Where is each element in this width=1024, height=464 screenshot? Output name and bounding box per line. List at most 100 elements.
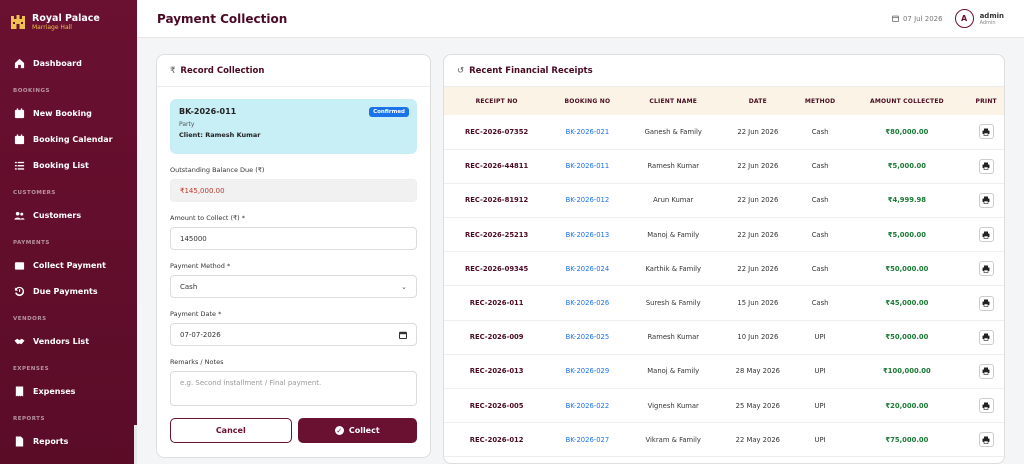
record-collection-panel: ₹ Record Collection BK-2026-011 Confirme… [156, 54, 431, 458]
table-row: REC-2026-25213 BK-2026-013 Manoj & Family 2… [444, 218, 1004, 252]
booking-no-link[interactable]: BK-2026-022 [549, 389, 625, 423]
print-button[interactable] [978, 295, 994, 311]
payment-method-select[interactable]: Cash ⌄ [170, 275, 417, 298]
sidebar-item-label: Vendors List [33, 336, 90, 346]
print-button[interactable] [978, 432, 994, 448]
user-menu[interactable]: admin Admin [980, 12, 1004, 26]
booking-no-link[interactable]: BK-2026-011 [549, 149, 625, 183]
history-icon: ↺ [457, 65, 465, 76]
sidebar-item-dashboard[interactable]: Dashboard [0, 50, 137, 76]
sidebar-item-booking-list[interactable]: Booking List [0, 152, 137, 178]
booking-no-link[interactable]: BK-2026-026 [549, 286, 625, 320]
booking-no-link[interactable]: BK-2026-012 [549, 183, 625, 217]
section-bookings: BOOKINGS [13, 88, 50, 94]
calendar-plus-icon [14, 107, 25, 118]
receipt-date: 22 May 2026 [735, 435, 780, 444]
print-button[interactable] [978, 124, 994, 140]
brand-subtitle: Marriage Hall [32, 23, 72, 31]
booking-no-link[interactable]: BK-2026-027 [549, 423, 625, 457]
print-cell [968, 252, 1004, 286]
print-cell [968, 115, 1004, 149]
payment-date-value: 07-07-2026 [180, 330, 221, 339]
print-button[interactable] [978, 158, 994, 174]
print-cell [968, 149, 1004, 183]
sidebar-nav: Dashboard BOOKINGS New Booking Booking C… [0, 44, 137, 454]
receipt-date: 22 Jun 2026 [737, 162, 779, 171]
print-cell [968, 354, 1004, 388]
date-label: Payment Date * [170, 310, 222, 318]
printer-icon [982, 299, 990, 307]
receipt-date: 22 Jun 2026 [737, 127, 779, 136]
client-name: Vignesh Kumar [647, 401, 699, 410]
wallet-icon [14, 261, 25, 270]
booking-no-link[interactable]: BK-2026-021 [549, 115, 625, 149]
sidebar-item-booking-calendar[interactable]: Booking Calendar [0, 126, 137, 152]
chevron-down-icon: ⌄ [401, 282, 407, 291]
print-button[interactable] [978, 227, 994, 243]
amount-collected: ₹50,000.00 [885, 333, 929, 342]
amount-collected: ₹5,000.00 [887, 230, 927, 239]
print-cell [968, 423, 1004, 457]
sidebar-item-vendors-list[interactable]: Vendors List [0, 328, 137, 354]
printer-icon [982, 231, 990, 239]
amount-collected: ₹80,000.00 [885, 127, 929, 136]
user-role: Admin [979, 19, 996, 26]
calendar-icon[interactable] [399, 331, 407, 339]
remarks-placeholder: e.g. Second installment / Final payment. [180, 379, 322, 387]
document-icon [15, 435, 24, 447]
sidebar-item-expenses[interactable]: Expenses [0, 378, 137, 404]
amount-value: 145000 [180, 234, 207, 243]
section-vendors: VENDORS [13, 316, 47, 322]
client-name: Karthik & Family [645, 264, 702, 273]
receipts-table-body: REC-2026-07352 BK-2026-021 Ganesh & Family… [444, 115, 1004, 457]
sidebar-item-label: Dashboard [33, 58, 82, 68]
table-row: REC-2026-012 BK-2026-027 Vikram & Family 22… [444, 423, 1004, 457]
print-button[interactable] [978, 329, 994, 345]
booking-no-link[interactable]: BK-2026-029 [549, 354, 625, 388]
remarks-textarea[interactable]: e.g. Second installment / Final payment. [170, 371, 417, 406]
brand[interactable]: Royal Palace Marriage Hall [0, 0, 137, 44]
sidebar-item-collect-payment[interactable]: Collect Payment [0, 252, 137, 278]
booking-no-link[interactable]: BK-2026-025 [549, 320, 625, 354]
print-button[interactable] [978, 192, 994, 208]
sidebar-scrollbar[interactable] [134, 425, 137, 464]
column-header: DATE [748, 97, 767, 105]
booking-no-link[interactable]: BK-2026-013 [549, 218, 625, 252]
receipt-date: 25 May 2026 [735, 401, 780, 410]
print-button[interactable] [978, 261, 994, 277]
sidebar-item-new-booking[interactable]: New Booking [0, 100, 137, 126]
sidebar-item-due-payments[interactable]: Due Payments [0, 278, 137, 304]
receipt-date: 22 Jun 2026 [737, 264, 779, 273]
content: ₹ Record Collection BK-2026-011 Confirme… [137, 38, 1024, 464]
payment-method: Cash [811, 299, 829, 308]
collect-button[interactable]: ✓ Collect [297, 418, 417, 443]
amount-input[interactable]: 145000 [170, 227, 417, 250]
cancel-button[interactable]: Cancel [170, 418, 292, 443]
column-header: AMOUNT COLLECTED [869, 97, 944, 105]
print-button[interactable] [978, 398, 994, 414]
palace-logo-icon [11, 15, 25, 29]
column-header: CLIENT NAME [649, 97, 698, 105]
printer-icon [982, 265, 990, 273]
avatar[interactable]: A [954, 9, 974, 28]
receipt-date: 22 Jun 2026 [737, 230, 779, 239]
column-header: BOOKING NO [564, 97, 611, 105]
payment-method-value: Cash [180, 282, 198, 291]
payment-date-input[interactable]: 07-07-2026 [170, 323, 417, 346]
sidebar-item-customers[interactable]: Customers [0, 202, 137, 228]
payment-method: Cash [811, 230, 829, 239]
receipt-no: REC-2026-005 [469, 401, 524, 410]
print-cell [968, 183, 1004, 217]
method-label: Payment Method * [170, 262, 231, 270]
outstanding-label: Outstanding Balance Due (₹) [170, 166, 265, 174]
handshake-icon [14, 338, 25, 344]
payment-method: UPI [814, 333, 826, 342]
sidebar-item-reports[interactable]: Reports [0, 428, 137, 454]
print-button[interactable] [978, 363, 994, 379]
column-header: METHOD [804, 97, 836, 105]
printer-icon [982, 128, 990, 136]
client-name: Vikram & Family [645, 435, 701, 444]
booking-no-link[interactable]: BK-2026-024 [549, 252, 625, 286]
form-actions: Cancel ✓ Collect [170, 418, 417, 443]
receipt-no: REC-2026-07352 [465, 127, 529, 136]
